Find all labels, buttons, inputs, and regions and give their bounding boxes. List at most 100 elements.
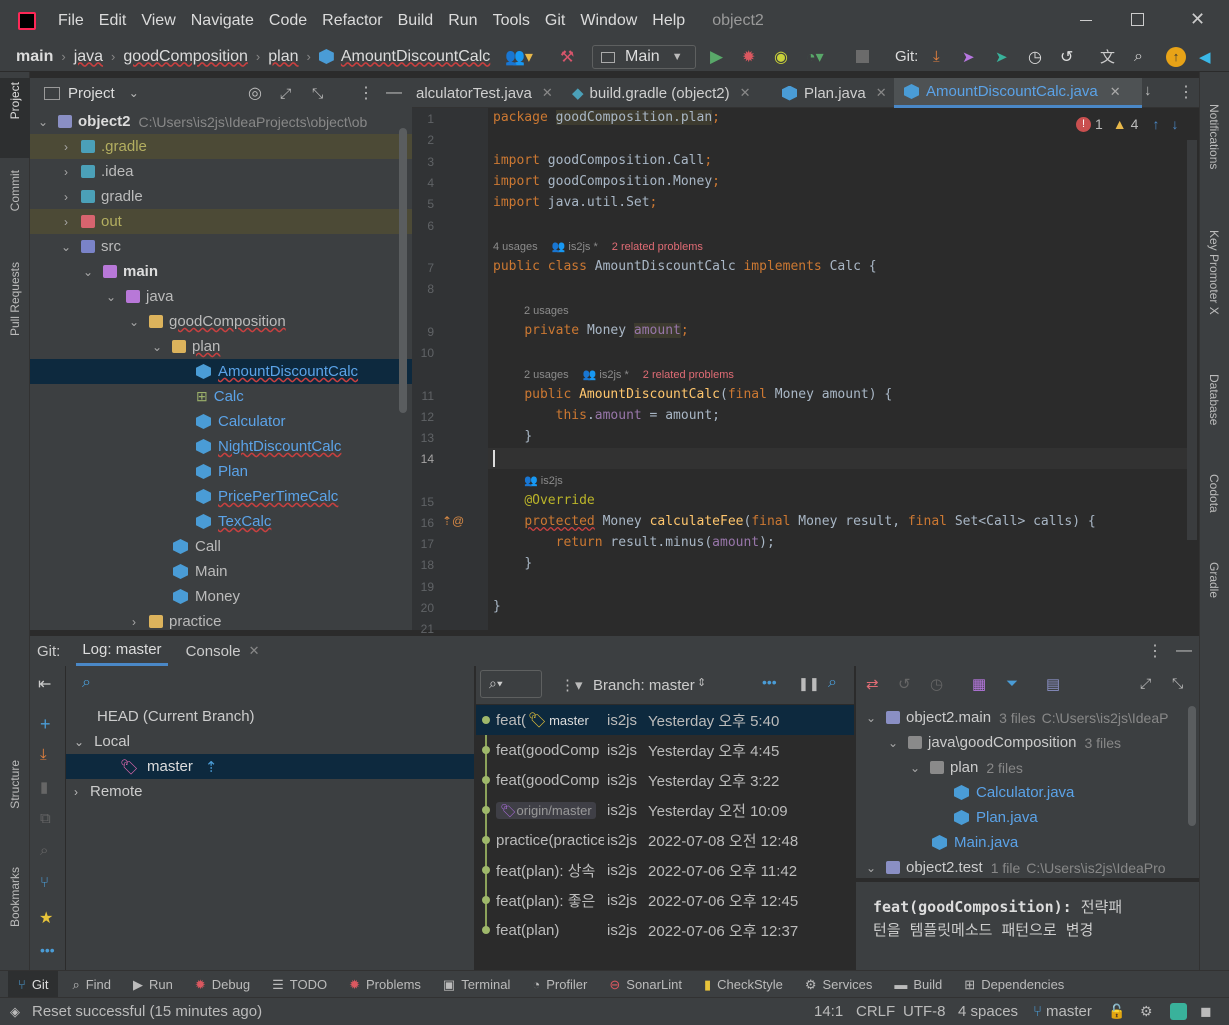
- chevron-down-icon[interactable]: ⌄: [864, 861, 878, 875]
- chevron-right-icon[interactable]: ›: [59, 165, 73, 179]
- branch-head[interactable]: HEAD (Current Branch): [97, 708, 255, 725]
- chevron-right-icon[interactable]: ›: [74, 785, 78, 799]
- tree-item-gradle-hidden[interactable]: › .gradle: [30, 134, 412, 159]
- status-message[interactable]: Reset successful (15 minutes ago): [32, 1003, 262, 1020]
- build-hammer-icon[interactable]: ⚒: [560, 47, 574, 67]
- tool-services[interactable]: ⚙ Services: [805, 977, 873, 993]
- git-branch-widget[interactable]: ⑂ master: [1033, 1003, 1092, 1020]
- menu-git[interactable]: Git: [545, 12, 565, 30]
- tree-item-src[interactable]: ⌄ src: [59, 234, 121, 259]
- options-icon[interactable]: ⋮: [1178, 82, 1194, 102]
- tool-commit[interactable]: Commit: [8, 170, 22, 211]
- menu-code[interactable]: Code: [269, 12, 307, 30]
- commit-row[interactable]: feat(plan): 상속 is2js 2022-07-06 오후 11:42: [476, 855, 854, 885]
- update-icon[interactable]: ↑: [1166, 47, 1186, 67]
- search-icon[interactable]: ⌕: [40, 842, 48, 859]
- close-icon[interactable]: ✕: [876, 85, 887, 101]
- tool-notifications[interactable]: Notifications: [1207, 104, 1221, 169]
- chevron-down-icon[interactable]: ⌄: [127, 315, 141, 329]
- pause-icon[interactable]: ❚❚: [798, 676, 820, 692]
- translate-icon[interactable]: 文: [1100, 46, 1115, 67]
- editor-scrollbar[interactable]: [1187, 140, 1197, 540]
- commit-row[interactable]: 🏷origin/master is2js Yesterday 오전 10:09: [476, 795, 854, 825]
- coverage-icon[interactable]: ◉: [774, 47, 788, 67]
- revert-icon[interactable]: ↺: [898, 675, 911, 693]
- tree-item-main-class[interactable]: Main: [173, 559, 228, 584]
- tree-item-calc[interactable]: ⊞ Calc: [196, 384, 244, 409]
- tool-build[interactable]: ▬ Build: [894, 977, 942, 992]
- breadcrumb-class[interactable]: AmountDiscountCalc: [341, 48, 490, 66]
- layout-icon[interactable]: ▤: [1046, 675, 1060, 693]
- minimize-button[interactable]: [1080, 20, 1092, 21]
- history-icon[interactable]: ◷: [1028, 47, 1042, 67]
- chevron-down-icon[interactable]: ⌄: [36, 115, 50, 129]
- chevron-down-icon[interactable]: ⌄: [59, 240, 73, 254]
- history-icon[interactable]: ◷: [930, 675, 943, 693]
- branch-master[interactable]: 🏷 master ⇡: [66, 754, 474, 779]
- previous-highlight-icon[interactable]: ↑: [1152, 116, 1159, 132]
- menu-build[interactable]: Build: [398, 12, 434, 30]
- branch-icon[interactable]: ⑂: [40, 874, 49, 891]
- tab-build-gradle[interactable]: ◆ build.gradle (object2) ✕: [572, 78, 751, 108]
- code-with-me-icon[interactable]: ◀: [1199, 48, 1211, 66]
- star-icon[interactable]: ★: [39, 908, 53, 928]
- branch-group-local[interactable]: ⌄ Local: [74, 733, 130, 750]
- breadcrumb-main[interactable]: main: [16, 48, 53, 66]
- tool-find[interactable]: ⌕ Find: [72, 977, 111, 993]
- details-divider[interactable]: [856, 878, 1199, 882]
- more-icon[interactable]: •••: [40, 942, 55, 958]
- commit-row[interactable]: practice(practice is2js 2022-07-08 오전 12…: [476, 825, 854, 855]
- tool-debug[interactable]: ✹ Debug: [195, 977, 250, 993]
- branch-search-icon[interactable]: ⌕: [82, 674, 91, 692]
- tool-gradle[interactable]: Gradle: [1207, 562, 1221, 598]
- user-icon[interactable]: 👥▾: [505, 47, 533, 67]
- menu-refactor[interactable]: Refactor: [322, 12, 382, 30]
- tab-list-icon[interactable]: ↓: [1144, 82, 1152, 99]
- close-icon[interactable]: ✕: [542, 85, 553, 101]
- locate-icon[interactable]: ◎: [248, 83, 262, 103]
- chevron-down-icon[interactable]: ⌄: [864, 711, 878, 725]
- caret-position[interactable]: 14:1: [814, 1003, 843, 1020]
- collapse-all-icon[interactable]: ⤡: [312, 85, 323, 102]
- hide-icon[interactable]: —: [1176, 642, 1192, 660]
- git-commit-icon[interactable]: ➤: [962, 48, 975, 66]
- tree-item-object2[interactable]: ⌄ object2 C:\Users\is2js\IdeaProjects\ob…: [36, 109, 367, 134]
- tree-item-goodcomposition[interactable]: ⌄ goodComposition: [127, 309, 286, 334]
- expand-all-icon[interactable]: ⤢: [1140, 675, 1151, 692]
- tool-git-active[interactable]: ⑂ Git: [8, 971, 59, 998]
- run-icon[interactable]: ▶: [710, 47, 723, 67]
- menu-tools[interactable]: Tools: [493, 12, 530, 30]
- tree-item-call[interactable]: Call: [173, 534, 221, 559]
- tool-dependencies[interactable]: ⊞ Dependencies: [964, 977, 1064, 993]
- menu-file[interactable]: File: [58, 12, 84, 30]
- commit-row[interactable]: feat(plan) is2js 2022-07-06 오후 12:37: [476, 915, 854, 945]
- hide-icon[interactable]: —: [386, 84, 402, 102]
- problems-indicator[interactable]: ! 1 ▲ 4 ↑ ↓: [1076, 116, 1178, 132]
- update-icon[interactable]: ⤓: [40, 746, 47, 763]
- branch-group-remote[interactable]: › Remote: [74, 783, 143, 800]
- chevron-down-icon[interactable]: ⌄: [104, 290, 118, 304]
- breadcrumb-goodcomposition[interactable]: goodComposition: [123, 48, 248, 66]
- stop-icon[interactable]: [856, 50, 869, 63]
- next-highlight-icon[interactable]: ↓: [1171, 116, 1178, 132]
- tool-project[interactable]: Project: [8, 82, 22, 119]
- commit-row[interactable]: feat(plan): 좋은 is2js 2022-07-06 오후 12:45: [476, 885, 854, 915]
- details-file-plan[interactable]: Plan.java: [954, 805, 1038, 830]
- tree-item-pricepertimecalc[interactable]: PricePerTimeCalc: [196, 484, 338, 509]
- collapse-panel-icon[interactable]: ⇤: [38, 674, 51, 694]
- tool-structure[interactable]: Structure: [8, 760, 22, 809]
- chevron-down-icon[interactable]: ⌄: [886, 736, 900, 750]
- search-icon[interactable]: ⌕: [828, 674, 837, 692]
- tree-item-practice[interactable]: › practice: [127, 609, 222, 630]
- close-icon[interactable]: ✕: [1110, 84, 1121, 100]
- tab-plan[interactable]: Plan.java ✕: [782, 78, 887, 108]
- details-dir-goodcomposition[interactable]: ⌄ java\goodComposition 3 files: [886, 730, 1121, 755]
- details-file-calculator[interactable]: Calculator.java: [954, 780, 1074, 805]
- tree-scrollbar[interactable]: [399, 128, 407, 413]
- delete-icon[interactable]: ▮: [40, 778, 48, 796]
- tree-item-java[interactable]: ⌄ java: [104, 284, 174, 309]
- search-icon[interactable]: ⌕: [1134, 48, 1143, 66]
- close-window-button[interactable]: ✕: [1190, 9, 1205, 30]
- menu-run[interactable]: Run: [448, 12, 477, 30]
- menu-navigate[interactable]: Navigate: [191, 12, 254, 30]
